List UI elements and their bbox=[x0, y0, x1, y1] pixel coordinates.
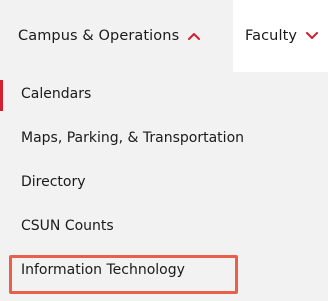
menu-item-label: Calendars bbox=[21, 86, 92, 102]
top-nav: Campus & Operations Faculty bbox=[0, 0, 328, 72]
menu-item-directory[interactable]: Directory bbox=[0, 160, 328, 204]
chevron-down-icon bbox=[306, 32, 319, 40]
menu-item-calendars[interactable]: Calendars bbox=[0, 72, 328, 116]
menu-item-maps-parking-transportation[interactable]: Maps, Parking, & Transportation bbox=[0, 116, 328, 160]
menu-item-label: CSUN Counts bbox=[21, 218, 114, 234]
menu-item-label: Directory bbox=[21, 174, 86, 190]
menu-item-label: Maps, Parking, & Transportation bbox=[21, 130, 245, 146]
menu-item-csun-counts[interactable]: CSUN Counts bbox=[0, 204, 328, 248]
chevron-up-icon bbox=[188, 32, 201, 40]
tab-campus-operations-label: Campus & Operations bbox=[18, 28, 180, 44]
tab-campus-operations[interactable]: Campus & Operations bbox=[0, 0, 233, 72]
menu-item-information-technology[interactable]: Information Technology bbox=[0, 248, 328, 292]
tab-faculty[interactable]: Faculty bbox=[233, 0, 328, 72]
tab-faculty-label: Faculty bbox=[245, 28, 298, 44]
menu-item-label: Information Technology bbox=[21, 262, 185, 278]
campus-operations-dropdown: Calendars Maps, Parking, & Transportatio… bbox=[0, 72, 328, 292]
